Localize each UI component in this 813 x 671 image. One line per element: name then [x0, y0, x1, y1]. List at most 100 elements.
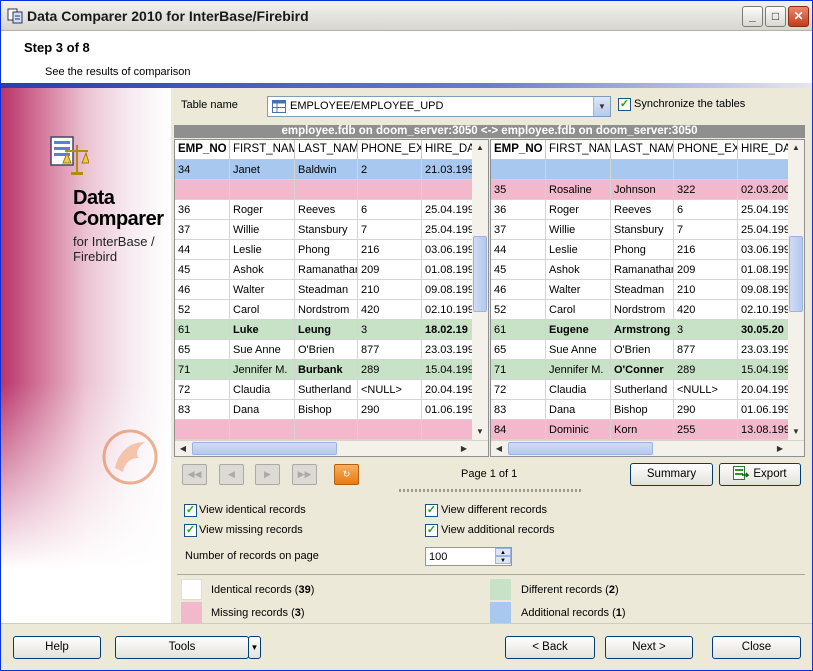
table-cell[interactable]: Dominic — [546, 420, 611, 440]
refresh-icon[interactable]: ↻ — [334, 464, 359, 485]
table-cell[interactable]: 255 — [674, 420, 738, 440]
scroll-right-icon[interactable]: ▶ — [772, 441, 788, 456]
table-cell[interactable]: Ashok — [230, 260, 295, 280]
table-row[interactable]: 71 Jennifer M. O'Conner 289 15.04.199 — [491, 360, 793, 380]
table-cell[interactable]: 72 — [491, 380, 546, 400]
table-cell[interactable]: Korn — [611, 420, 674, 440]
target-grid[interactable]: EMP_NO FIRST_NAM LAST_NAM PHONE_EX HIRE_DA 3… — [490, 139, 805, 457]
table-cell[interactable]: 46 — [491, 280, 546, 300]
next-button[interactable]: Next > — [605, 636, 693, 659]
chevron-down-icon[interactable]: ▼ — [593, 97, 610, 116]
table-cell[interactable]: Sue Anne — [546, 340, 611, 360]
table-cell[interactable]: 6 — [358, 200, 422, 220]
first-page-icon[interactable]: ◀◀ — [182, 464, 207, 485]
table-cell[interactable]: Stansbury — [295, 220, 358, 240]
table-cell[interactable]: 52 — [491, 300, 546, 320]
table-cell[interactable]: 09.08.199 — [422, 280, 477, 300]
table-row[interactable]: 84 Dominic Korn 255 13.08.199 — [491, 420, 793, 440]
table-row[interactable]: 37 Willie Stansbury 7 25.04.199 — [491, 220, 793, 240]
table-cell[interactable]: 210 — [674, 280, 738, 300]
table-cell[interactable] — [491, 160, 546, 180]
table-row[interactable]: 34 Janet Baldwin 2 21.03.199 — [175, 160, 477, 180]
table-cell[interactable]: 322 — [674, 180, 738, 200]
table-cell[interactable]: 23.03.199 — [422, 340, 477, 360]
table-cell[interactable]: Luke — [230, 320, 295, 340]
table-cell[interactable]: Walter — [546, 280, 611, 300]
table-cell[interactable]: 3 — [358, 320, 422, 340]
table-cell[interactable]: Sutherland — [611, 380, 674, 400]
table-cell[interactable] — [230, 420, 295, 440]
table-row[interactable]: 45 Ashok Ramanathar 209 01.08.199 — [175, 260, 477, 280]
table-cell[interactable]: 23.03.199 — [738, 340, 793, 360]
horizontal-scrollbar[interactable]: ◀ ▶ — [491, 440, 804, 456]
scroll-down-icon[interactable]: ▼ — [788, 424, 804, 440]
table-cell[interactable] — [358, 180, 422, 200]
table-cell[interactable]: Dana — [230, 400, 295, 420]
splitter-handle[interactable] — [399, 489, 583, 492]
table-cell[interactable]: 36 — [491, 200, 546, 220]
tools-button[interactable]: Tools — [115, 636, 249, 659]
view-missing-checkbox[interactable]: ✓ — [184, 524, 197, 537]
scroll-thumb[interactable] — [192, 442, 337, 455]
table-cell[interactable]: Roger — [546, 200, 611, 220]
table-cell[interactable]: Janet — [230, 160, 295, 180]
table-cell[interactable]: 45 — [491, 260, 546, 280]
table-cell[interactable] — [611, 160, 674, 180]
scroll-up-icon[interactable]: ▲ — [788, 140, 804, 156]
table-cell[interactable]: 209 — [358, 260, 422, 280]
table-cell[interactable]: 37 — [175, 220, 230, 240]
table-cell[interactable]: Jennifer M. — [230, 360, 295, 380]
column-header[interactable]: FIRST_NAM — [230, 140, 295, 160]
table-row[interactable]: 44 Leslie Phong 216 03.06.199 — [175, 240, 477, 260]
column-header[interactable]: EMP_NO — [491, 140, 546, 160]
table-cell[interactable]: 877 — [358, 340, 422, 360]
table-row[interactable]: 36 Roger Reeves 6 25.04.199 — [175, 200, 477, 220]
scroll-right-icon[interactable]: ▶ — [456, 441, 472, 456]
table-cell[interactable] — [546, 160, 611, 180]
maximize-button[interactable]: □ — [765, 6, 786, 27]
table-cell[interactable] — [422, 420, 477, 440]
table-cell[interactable]: 420 — [358, 300, 422, 320]
table-cell[interactable]: Reeves — [295, 200, 358, 220]
table-cell[interactable]: Nordstrom — [295, 300, 358, 320]
table-cell[interactable]: 6 — [674, 200, 738, 220]
table-row[interactable]: 52 Carol Nordstrom 420 02.10.199 — [175, 300, 477, 320]
table-cell[interactable]: 25.04.199 — [738, 200, 793, 220]
table-cell[interactable]: O'Brien — [611, 340, 674, 360]
table-row[interactable]: 37 Willie Stansbury 7 25.04.199 — [175, 220, 477, 240]
scroll-down-icon[interactable]: ▼ — [472, 424, 488, 440]
table-cell[interactable]: Eugene — [546, 320, 611, 340]
table-row[interactable]: 72 Claudia Sutherland <NULL> 20.04.199 — [175, 380, 477, 400]
table-cell[interactable]: O'Conner — [611, 360, 674, 380]
table-cell[interactable]: 289 — [358, 360, 422, 380]
table-cell[interactable]: Phong — [611, 240, 674, 260]
table-cell[interactable]: 3 — [674, 320, 738, 340]
table-cell[interactable]: <NULL> — [358, 380, 422, 400]
table-cell[interactable]: 21.03.199 — [422, 160, 477, 180]
table-cell[interactable] — [422, 180, 477, 200]
table-cell[interactable]: 209 — [674, 260, 738, 280]
table-cell[interactable]: Carol — [546, 300, 611, 320]
table-row[interactable]: 83 Dana Bishop 290 01.06.199 — [175, 400, 477, 420]
view-different-checkbox[interactable]: ✓ — [425, 504, 438, 517]
column-header[interactable]: PHONE_EX — [674, 140, 738, 160]
spin-up-icon[interactable]: ▲ — [495, 548, 511, 556]
table-row[interactable] — [175, 180, 477, 200]
table-cell[interactable]: 877 — [674, 340, 738, 360]
column-header[interactable]: EMP_NO — [175, 140, 230, 160]
next-page-icon[interactable]: ▶ — [255, 464, 280, 485]
table-cell[interactable] — [175, 180, 230, 200]
table-cell[interactable]: Steadman — [611, 280, 674, 300]
table-cell[interactable]: 02.03.200 — [738, 180, 793, 200]
table-cell[interactable]: 20.04.199 — [422, 380, 477, 400]
table-cell[interactable]: 25.04.199 — [422, 220, 477, 240]
scroll-up-icon[interactable]: ▲ — [472, 140, 488, 156]
table-cell[interactable]: Rosaline — [546, 180, 611, 200]
scroll-thumb[interactable] — [508, 442, 653, 455]
table-cell[interactable]: 290 — [674, 400, 738, 420]
table-cell[interactable]: 01.06.199 — [738, 400, 793, 420]
table-cell[interactable]: Ramanathar — [611, 260, 674, 280]
scroll-thumb[interactable] — [473, 236, 487, 312]
column-header[interactable]: PHONE_EX — [358, 140, 422, 160]
table-cell[interactable]: 2 — [358, 160, 422, 180]
